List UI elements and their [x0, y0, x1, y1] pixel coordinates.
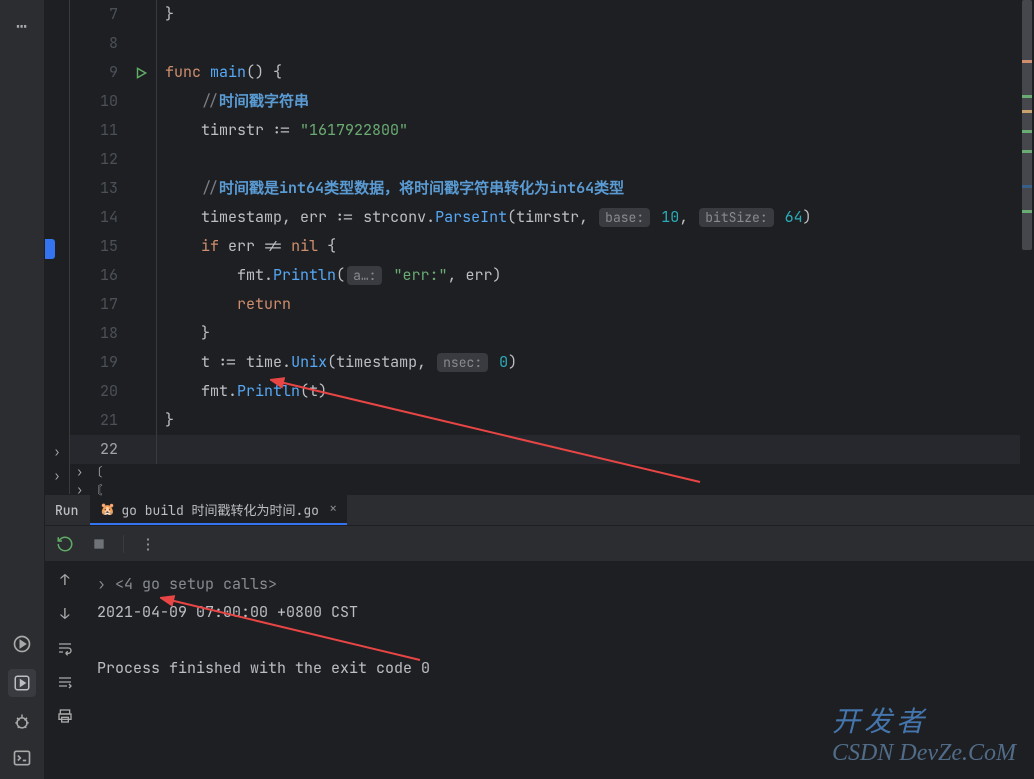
line-number: 14	[70, 203, 126, 232]
run-gutter-icon[interactable]	[126, 58, 156, 87]
line-number: 13	[70, 174, 126, 203]
print-icon[interactable]	[55, 706, 75, 726]
run-tab[interactable]: 🐹 go build 时间戳转化为时间.go ×	[90, 495, 347, 525]
line-number: 7	[70, 0, 126, 29]
code-line[interactable]: 20 fmt.Println(t)	[70, 377, 1020, 406]
code-content[interactable]: timestamp, err := strconv.ParseInt(timrs…	[156, 203, 1020, 232]
code-line[interactable]: 15 if err != nil {	[70, 232, 1020, 261]
run-label[interactable]: Run	[55, 502, 78, 519]
go-file-icon: 🐹	[100, 501, 115, 517]
code-line[interactable]: 17 return	[70, 290, 1020, 319]
console[interactable]: ↑ ↓ › <4 go setup calls> 2021-04-09 07:0…	[45, 562, 1034, 779]
activity-bar: ⋯	[0, 0, 45, 779]
run-panel-header: Run 🐹 go build 时间戳转化为时间.go ×	[45, 494, 1034, 526]
code-content[interactable]: t := time.Unix(timestamp, nsec: 0)	[156, 348, 1020, 377]
code-content[interactable]: }	[156, 319, 1020, 348]
line-number: 16	[70, 261, 126, 290]
run-toolbar: ⋮	[45, 526, 1034, 562]
code-content[interactable]: //时间戳字符串	[156, 87, 1020, 116]
line-number: 21	[70, 406, 126, 435]
code-content[interactable]: fmt.Println(a…: "err:", err)	[156, 261, 1020, 290]
code-content[interactable]: fmt.Println(t)	[156, 377, 1020, 406]
up-arrow-icon[interactable]: ↑	[55, 570, 75, 590]
line-number: 17	[70, 290, 126, 319]
down-arrow-icon[interactable]: ↓	[55, 604, 75, 624]
code-line[interactable]: 21}	[70, 406, 1020, 435]
debug-icon[interactable]	[11, 711, 33, 733]
close-icon[interactable]: ×	[329, 500, 337, 518]
code-line[interactable]: 14 timestamp, err := strconv.ParseInt(ti…	[70, 203, 1020, 232]
code-line[interactable]: 16 fmt.Println(a…: "err:", err)	[70, 261, 1020, 290]
line-number: 15	[70, 232, 126, 261]
code-line[interactable]: 12	[70, 145, 1020, 174]
code-content[interactable]: if err != nil {	[156, 232, 1020, 261]
code-content[interactable]	[156, 29, 1020, 58]
soft-wrap-icon[interactable]	[55, 638, 75, 658]
code-line[interactable]: 9 func main() {	[70, 58, 1020, 87]
code-line[interactable]: 13 //时间戳是int64类型数据，将时间戳字符串转化为int64类型	[70, 174, 1020, 203]
code-content[interactable]: }	[156, 406, 1020, 435]
inline-hint: a…:	[347, 266, 382, 285]
run-tab-label: go build 时间戳转化为时间.go	[121, 500, 319, 519]
console-output-line: 2021-04-09 07:00:00 +0800 CST	[97, 598, 1022, 626]
code-line[interactable]: 7}	[70, 0, 1020, 29]
stop-icon[interactable]	[89, 534, 109, 554]
console-output-line: Process finished with the exit code 0	[97, 654, 1022, 682]
code-content[interactable]: return	[156, 290, 1020, 319]
code-line[interactable]: 11 timrstr := "1617922800"	[70, 116, 1020, 145]
vertical-scrollbar[interactable]	[1020, 0, 1034, 494]
line-number: 9	[70, 58, 126, 87]
inline-hint: nsec:	[437, 353, 488, 372]
code-content[interactable]	[156, 145, 1020, 174]
line-number: 22	[70, 435, 126, 464]
code-content[interactable]: //时间戳是int64类型数据，将时间戳字符串转化为int64类型	[156, 174, 1020, 203]
fold-chevron-icon[interactable]: ›	[97, 574, 115, 594]
code-content[interactable]	[156, 435, 1020, 464]
line-number: 12	[70, 145, 126, 174]
code-content[interactable]: func main() {	[156, 58, 1020, 87]
line-number: 10	[70, 87, 126, 116]
editor-area[interactable]: › › 7}89func main() {10 //时间戳字符串11 timrs…	[45, 0, 1034, 494]
inline-hint: base:	[599, 208, 650, 227]
line-number: 11	[70, 116, 126, 145]
fold-region[interactable]: › 〔 › 〘	[70, 464, 1020, 494]
line-number: 19	[70, 348, 126, 377]
more-vert-icon[interactable]: ⋮	[138, 534, 158, 554]
code-line[interactable]: 8	[70, 29, 1020, 58]
console-gutter: ↑ ↓	[45, 562, 85, 779]
rerun-icon[interactable]	[55, 534, 75, 554]
breakpoint-strip[interactable]	[45, 239, 55, 259]
code-line[interactable]: 18 }	[70, 319, 1020, 348]
watermark: 开发者 CSDN DevZe.CoM	[832, 700, 1016, 767]
more-icon[interactable]: ⋯	[16, 15, 28, 38]
inline-hint: bitSize:	[699, 208, 773, 227]
line-number: 8	[70, 29, 126, 58]
services-icon[interactable]	[11, 633, 33, 655]
code-line[interactable]: 22	[70, 435, 1020, 464]
code-content[interactable]: timrstr := "1617922800"	[156, 116, 1020, 145]
terminal-icon[interactable]	[11, 747, 33, 769]
line-number: 18	[70, 319, 126, 348]
code-line[interactable]: 19 t := time.Unix(timestamp, nsec: 0)	[70, 348, 1020, 377]
line-number: 20	[70, 377, 126, 406]
run-icon[interactable]	[8, 669, 36, 697]
scroll-end-icon[interactable]	[55, 672, 75, 692]
code-content[interactable]: }	[156, 0, 1020, 29]
code-line[interactable]: 10 //时间戳字符串	[70, 87, 1020, 116]
